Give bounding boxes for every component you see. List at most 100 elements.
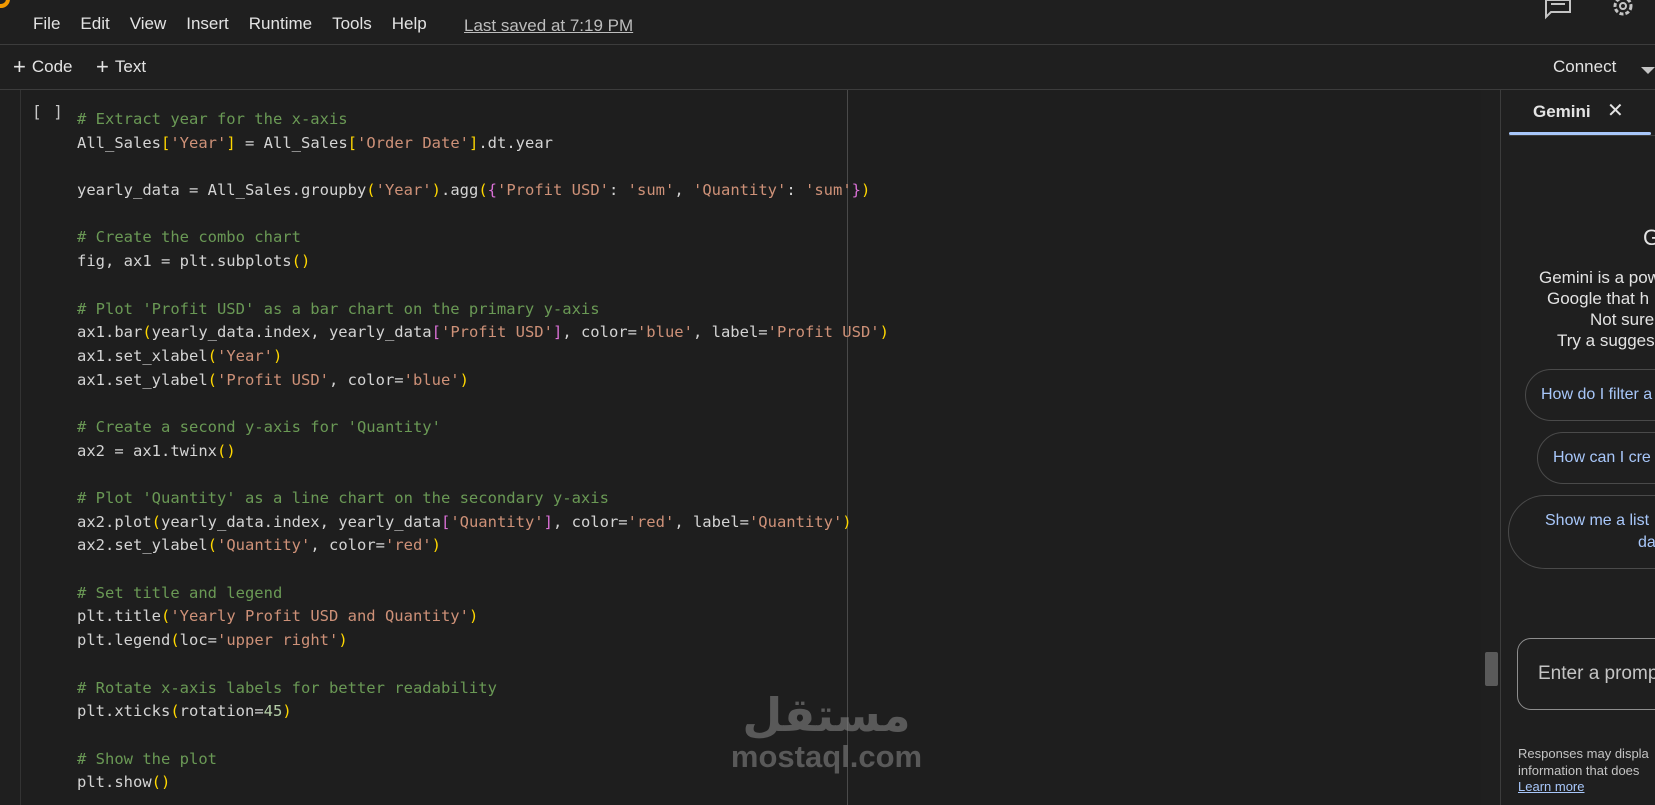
code-token: = All_Sales <box>235 133 348 152</box>
code-token: ( <box>142 323 152 342</box>
watermark: مستقل mostaql.com <box>724 690 929 774</box>
code-line[interactable]: # Set title and legend <box>77 582 889 606</box>
code-token: 'Profit USD' <box>767 323 880 342</box>
code-line[interactable]: # Extract year for the x-axis <box>77 108 889 132</box>
code-line[interactable] <box>77 653 889 677</box>
add-code-label: Code <box>31 57 73 76</box>
code-line[interactable]: # Create a second y-axis for 'Quantity' <box>77 416 889 440</box>
add-text-cell-button[interactable]: + Text <box>96 56 146 78</box>
code-line[interactable] <box>77 274 889 298</box>
code-token: , label= <box>692 323 768 342</box>
code-token: ) <box>861 181 871 200</box>
add-code-cell-button[interactable]: + Code <box>13 54 73 79</box>
code-line[interactable]: All_Sales['Year'] = All_Sales['Order Dat… <box>77 132 889 156</box>
code-token: 'Yearly Profit USD and Quantity' <box>170 607 469 626</box>
code-token: yearly_data.index, yearly_data <box>151 323 432 342</box>
code-line[interactable]: ax1.set_xlabel('Year') <box>77 345 889 369</box>
code-token: ax2 = ax1.twinx <box>77 441 217 460</box>
code-line[interactable] <box>77 203 889 227</box>
close-icon[interactable]: ✕ <box>1607 98 1624 123</box>
code-token: ) <box>842 512 852 531</box>
code-token: 'red' <box>627 512 675 531</box>
code-token: ] <box>226 133 236 152</box>
code-token: 'Year' <box>217 346 273 365</box>
menu-help[interactable]: Help <box>392 14 427 34</box>
code-token: 45 <box>263 702 283 721</box>
settings-gear-icon[interactable] <box>1608 0 1638 20</box>
code-line[interactable]: ax2 = ax1.twinx() <box>77 440 889 464</box>
suggestion-chip[interactable]: Show me a list da <box>1508 495 1655 569</box>
code-token: , <box>674 181 693 200</box>
last-saved-link[interactable]: Last saved at 7:19 PM <box>464 16 633 36</box>
cell-run-button[interactable]: [ ] <box>32 102 64 121</box>
learn-more-link[interactable]: Learn more <box>1518 779 1584 794</box>
code-token: 'sum' <box>627 181 675 200</box>
code-token: rotation= <box>179 702 264 721</box>
suggestion-chip-label: Show me a list <box>1545 512 1650 529</box>
gemini-desc-line: Google that h <box>1547 289 1650 308</box>
comment-icon[interactable] <box>1543 0 1573 20</box>
code-token: [ <box>431 323 441 342</box>
code-token: [ <box>440 512 451 531</box>
code-line[interactable]: plt.title('Yearly Profit USD and Quantit… <box>77 605 889 629</box>
code-token: loc= <box>179 631 217 650</box>
code-token: ) <box>338 631 348 650</box>
menu-bar: File Edit View Insert Runtime Tools Help… <box>0 0 1655 45</box>
connect-dropdown-chevron-icon[interactable] <box>1641 67 1655 74</box>
menu-view[interactable]: View <box>130 14 167 34</box>
main-menu: File Edit View Insert Runtime Tools Help <box>33 14 447 34</box>
code-token: 'Order Date' <box>357 133 469 152</box>
code-line[interactable]: ax1.set_ylabel('Profit USD', color='blue… <box>77 369 889 393</box>
code-token: 'blue' <box>403 370 460 389</box>
disclaimer-line: Responses may displa <box>1518 746 1649 761</box>
code-line[interactable] <box>77 558 889 582</box>
code-comment: # Plot 'Profit USD' as a bar chart on th… <box>77 299 600 318</box>
code-line[interactable]: yearly_data = All_Sales.groupby('Year').… <box>77 179 889 203</box>
code-line[interactable]: ax1.bar(yearly_data.index, yearly_data['… <box>77 321 889 345</box>
code-token: ax1.set_xlabel <box>77 346 208 365</box>
code-line[interactable]: ax2.plot(yearly_data.index, yearly_data[… <box>77 511 889 535</box>
code-token: 'red' <box>384 536 432 555</box>
code-line[interactable]: # Plot 'Profit USD' as a bar chart on th… <box>77 298 889 322</box>
suggestion-chip[interactable]: How do I filter a <box>1525 369 1655 421</box>
code-line[interactable] <box>77 392 889 416</box>
code-token: ] <box>469 133 479 152</box>
menu-tools[interactable]: Tools <box>332 14 372 34</box>
menu-edit[interactable]: Edit <box>80 14 109 34</box>
gemini-desc-line: Try a sugges <box>1557 331 1655 350</box>
code-token: ( <box>207 346 217 365</box>
code-comment: # Show the plot <box>77 749 217 768</box>
code-token: plt.legend <box>77 631 171 650</box>
code-line[interactable]: plt.legend(loc='upper right') <box>77 629 889 653</box>
watermark-latin: mostaql.com <box>730 739 923 774</box>
menu-file[interactable]: File <box>33 14 60 34</box>
scrollbar-thumb[interactable] <box>1485 652 1498 686</box>
code-line[interactable]: plt.show() <box>77 771 889 795</box>
code-token: .dt.year <box>478 133 553 152</box>
code-token: ) <box>431 536 441 555</box>
menu-runtime[interactable]: Runtime <box>249 14 312 34</box>
code-token: ax2.set_ylabel <box>77 536 208 555</box>
code-line[interactable] <box>77 155 889 179</box>
code-line[interactable]: # Plot 'Quantity' as a line chart on the… <box>77 487 889 511</box>
tab-divider <box>1509 135 1655 136</box>
gemini-prompt-input[interactable]: Enter a promp <box>1517 638 1655 710</box>
suggestion-chip[interactable]: How can I cre <box>1537 432 1655 484</box>
colab-logo-icon[interactable] <box>0 0 10 8</box>
code-token: ) <box>431 181 441 200</box>
code-token: ) <box>468 607 479 626</box>
code-token: 'Profit USD' <box>217 370 329 389</box>
code-token: , color= <box>310 536 385 555</box>
code-comment: # Create a second y-axis for 'Quantity' <box>77 417 441 436</box>
code-comment: # Plot 'Quantity' as a line chart on the… <box>77 489 609 507</box>
code-line[interactable]: # Create the combo chart <box>77 226 889 250</box>
code-line[interactable]: ax2.set_ylabel('Quantity', color='red') <box>77 534 889 558</box>
plus-icon: + <box>13 54 26 79</box>
code-token: ( <box>478 181 488 200</box>
code-token: , color= <box>552 512 628 531</box>
connect-button[interactable]: Connect <box>1553 57 1616 77</box>
menu-insert[interactable]: Insert <box>186 14 229 34</box>
code-line[interactable] <box>77 463 889 487</box>
tab-gemini[interactable]: Gemini <box>1533 102 1591 122</box>
code-line[interactable]: fig, ax1 = plt.subplots() <box>77 250 889 274</box>
